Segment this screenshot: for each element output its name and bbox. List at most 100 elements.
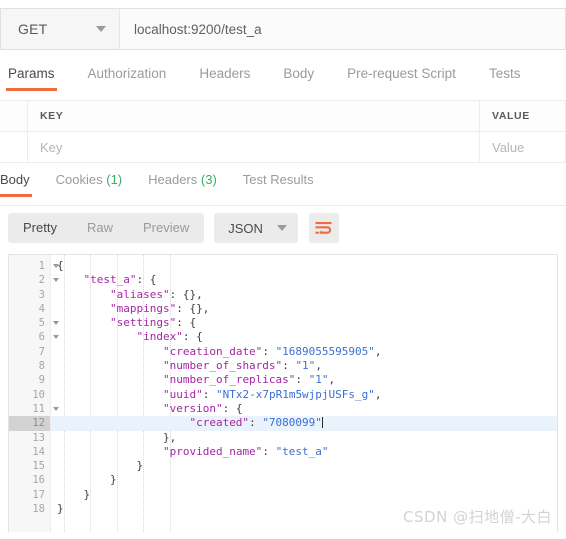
json-token-punct: : — [282, 359, 296, 373]
json-token-punct: : — [202, 387, 216, 401]
tab-headers[interactable]: Headers — [199, 66, 250, 90]
tab-tests[interactable]: Tests — [489, 66, 521, 90]
editor-code-line: "number_of_shards": "1", — [51, 359, 557, 373]
param-value-input[interactable]: Value — [480, 132, 566, 163]
json-token-string: "test_a" — [275, 444, 329, 458]
http-method-select[interactable]: GET — [0, 8, 119, 50]
tab-pre-request-script-label: Pre-request Script — [347, 66, 456, 81]
editor-code-line: "index": { — [51, 330, 557, 344]
editor-line-number: 15 — [32, 460, 45, 473]
param-key-input[interactable]: Key — [28, 132, 480, 163]
json-token-punct: } — [109, 473, 117, 487]
text-cursor — [321, 417, 323, 429]
json-token-string: "1" — [308, 373, 329, 387]
editor-line-number: 14 — [32, 445, 45, 458]
param-value-placeholder: Value — [492, 139, 525, 155]
tab-authorization-label: Authorization — [87, 66, 167, 81]
json-token-key: "aliases" — [109, 287, 170, 301]
editor-code-line: "aliases": {}, — [51, 288, 557, 302]
tab-authorization[interactable]: Authorization — [88, 66, 167, 90]
view-preview-label: Preview — [142, 220, 190, 235]
view-pretty-button[interactable]: Pretty — [8, 213, 72, 243]
editor-line-number: 4 — [38, 302, 45, 315]
json-token-key: "creation_date" — [162, 344, 263, 358]
json-token-key: "test_a" — [83, 273, 137, 287]
response-body-editor[interactable]: 1 2 3 4 5 6 7 8 9 10 11 12 13 14 15 16 17 18 { "test_a": … — [8, 254, 558, 532]
json-token-key: "provided_name" — [162, 444, 263, 458]
word-wrap-button[interactable] — [308, 213, 339, 243]
editor-line-number-gutter: 1 2 3 4 5 6 7 8 9 10 11 12 13 14 15 16 17 18 — [9, 255, 59, 532]
watermark: CSDN @扫地僧-大白 — [403, 508, 552, 526]
json-token-punct: , — [328, 373, 336, 387]
editor-code-area[interactable]: { "test_a": { "aliases": {}, "mappings":… — [51, 255, 557, 532]
editor-line-number: 1 — [9, 259, 59, 273]
request-bar: GET localhost:9200/test_a — [0, 8, 566, 50]
editor-code-line: } — [51, 459, 557, 473]
editor-line-number: 7 — [38, 345, 45, 358]
editor-line-number: 6 — [9, 330, 59, 344]
json-token-punct: , — [315, 359, 322, 373]
json-token-string: "1" — [295, 359, 316, 373]
column-header-key: KEY — [28, 101, 480, 132]
json-token-key: "number_of_replicas" — [162, 373, 296, 387]
json-token-punct: : {}, — [169, 287, 203, 301]
headers-count-badge: (3) — [200, 172, 217, 187]
editor-line-number: 8 — [38, 360, 45, 373]
column-header-value-label: VALUE — [492, 110, 530, 122]
response-tab-test-results[interactable]: Test Results — [243, 172, 314, 196]
editor-line-number: 2 — [9, 273, 59, 287]
tab-params[interactable]: Params — [6, 66, 57, 91]
select-all-checkbox-cell[interactable] — [0, 101, 28, 132]
response-tab-body[interactable]: Body — [0, 172, 32, 197]
table-header-row: KEY VALUE — [0, 101, 566, 132]
json-token-key: "uuid" — [162, 387, 203, 401]
editor-code-line: } — [51, 473, 557, 487]
json-token-punct: }, — [162, 430, 177, 444]
http-method-label: GET — [18, 21, 48, 37]
json-token-punct: : { — [182, 330, 203, 344]
response-tab-cookies[interactable]: Cookies (1) — [56, 172, 122, 196]
response-format-label: JSON — [228, 220, 263, 236]
request-url-input[interactable]: localhost:9200/test_a — [119, 8, 566, 50]
tab-pre-request-script[interactable]: Pre-request Script — [347, 66, 456, 90]
editor-line-number: 18 — [32, 503, 45, 516]
response-view-switch: Pretty Raw Preview — [8, 213, 205, 243]
editor-line-number: 5 — [9, 316, 59, 330]
view-preview-button[interactable]: Preview — [128, 213, 204, 243]
json-token-punct: : { — [222, 401, 243, 415]
tab-tests-label: Tests — [488, 66, 521, 81]
tab-body[interactable]: Body — [283, 66, 314, 90]
json-token-string: "7080099" — [262, 416, 322, 430]
view-pretty-label: Pretty — [23, 220, 57, 235]
json-token-punct: , — [374, 344, 382, 358]
params-table: KEY VALUE Key Value — [0, 101, 566, 163]
chevron-down-icon — [96, 26, 106, 32]
editor-line-number: 10 — [32, 388, 45, 401]
view-raw-button[interactable]: Raw — [72, 213, 128, 243]
editor-code-line: "creation_date": "1689055595905", — [51, 345, 557, 359]
json-token-punct: } — [136, 459, 144, 473]
json-token-string: "1689055595905" — [275, 344, 375, 358]
editor-line-number: 16 — [32, 474, 45, 487]
json-token-key: "settings" — [109, 316, 177, 330]
json-token-key: "version" — [162, 401, 223, 415]
json-token-key: "created" — [189, 416, 250, 430]
editor-line-number: 11 — [9, 402, 59, 416]
response-tab-headers[interactable]: Headers (3) — [148, 172, 217, 196]
json-token-punct: } — [83, 487, 91, 501]
json-token-punct: } — [57, 502, 64, 516]
view-raw-label: Raw — [86, 220, 113, 235]
json-token-key: "number_of_shards" — [162, 359, 283, 373]
editor-code-line: { — [51, 259, 557, 273]
row-checkbox-cell[interactable] — [0, 132, 28, 163]
json-token-punct: : { — [176, 316, 197, 330]
json-token-punct: : {}, — [176, 301, 210, 315]
editor-code-line: "provided_name": "test_a" — [51, 445, 557, 459]
json-token-punct: , — [374, 387, 382, 401]
json-token-key: "index" — [136, 330, 183, 344]
editor-line-number: 9 — [38, 374, 45, 387]
response-tab-headers-label: Headers — [148, 172, 198, 187]
column-header-value: VALUE — [480, 101, 566, 132]
json-token-string: "NTx2-x7pR1m5wjpjUSFs_g" — [215, 387, 375, 401]
response-format-select[interactable]: JSON — [214, 213, 298, 243]
